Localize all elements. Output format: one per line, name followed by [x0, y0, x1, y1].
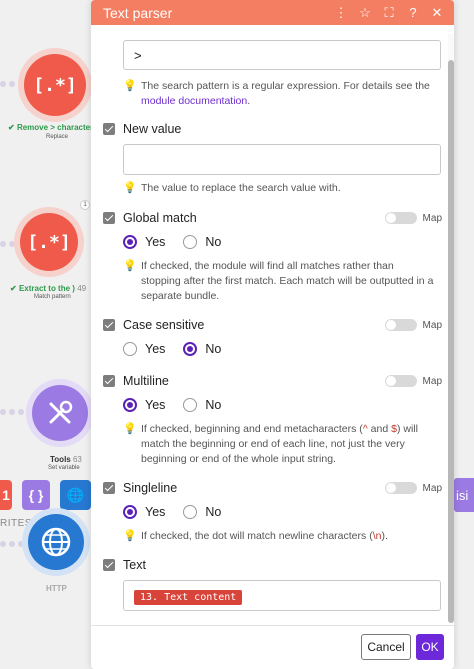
case-sensitive-radios: Yes No	[123, 342, 221, 356]
palette-tile-http[interactable]: 🌐	[60, 480, 91, 510]
help-icon[interactable]: ?	[406, 5, 420, 20]
globe-icon: 🌐	[66, 486, 85, 503]
globe-icon	[41, 527, 71, 557]
mapped-value-pill[interactable]: 13. Text content	[134, 590, 243, 605]
case-sensitive-label: Case sensitive	[123, 318, 205, 332]
module-label: Tools 63	[50, 455, 82, 464]
regex-icon: [.*]	[27, 231, 71, 253]
global-match-map-toggle[interactable]: Map	[384, 212, 442, 224]
module-counter-badge: 1	[80, 200, 90, 210]
dialog-title: Text parser	[103, 4, 173, 21]
star-icon[interactable]: ☆	[358, 5, 372, 21]
connector-dots	[0, 408, 33, 416]
header-icons: ⋮ ☆ ⛶ ? ✕	[334, 0, 444, 25]
right-edge-tile[interactable]: isi	[454, 478, 474, 512]
singleline-section: Singleline	[103, 481, 177, 495]
new-value-hint: 💡 The value to replace the search value …	[123, 182, 341, 194]
new-value-label: New value	[123, 122, 182, 136]
new-value-section: New value	[103, 122, 181, 136]
text-label: Text	[123, 558, 146, 572]
dialog-body[interactable]: > 💡 The search pattern is a regular expr…	[91, 25, 454, 625]
multiline-map-toggle[interactable]: Map	[384, 375, 442, 387]
global-match-no-radio[interactable]: No	[183, 235, 221, 249]
singleline-checkbox[interactable]	[103, 482, 115, 494]
lightbulb-icon: 💡	[123, 530, 137, 542]
palette-tile-json[interactable]: { }	[22, 480, 50, 510]
case-sensitive-map-toggle[interactable]: Map	[384, 319, 442, 331]
dialog-footer: Cancel OK	[91, 625, 454, 669]
module-http[interactable]	[28, 514, 84, 570]
text-input[interactable]: 13. Text content	[123, 580, 441, 611]
module-text-parser-replace[interactable]: [.*]	[24, 54, 86, 116]
ok-button[interactable]: OK	[416, 634, 444, 660]
multiline-checkbox[interactable]	[103, 375, 115, 387]
connector-dots	[0, 80, 24, 88]
lightbulb-icon: 💡	[123, 260, 137, 272]
case-sensitive-yes-radio[interactable]: Yes	[123, 342, 165, 356]
lightbulb-icon: 💡	[123, 182, 137, 194]
global-match-checkbox[interactable]	[103, 212, 115, 224]
module-text-parser-match[interactable]: [.*]	[20, 213, 78, 271]
text-parser-dialog: Text parser ⋮ ☆ ⛶ ? ✕ > 💡 The search pat…	[91, 0, 454, 669]
singleline-radios: Yes No	[123, 505, 221, 519]
favorites-label: RITES	[0, 518, 32, 529]
more-icon[interactable]: ⋮	[334, 5, 348, 21]
global-match-yes-radio[interactable]: Yes	[123, 235, 165, 249]
module-label: ✔ Remove > character	[8, 123, 94, 132]
multiline-hint: 💡 If checked, beginning and end metachar…	[123, 423, 418, 465]
pattern-input[interactable]: >	[123, 40, 441, 70]
module-sublabel: Set variable	[48, 465, 80, 471]
multiline-yes-radio[interactable]: Yes	[123, 398, 165, 412]
multiline-radios: Yes No	[123, 398, 221, 412]
multiline-no-radio[interactable]: No	[183, 398, 221, 412]
connector-dots	[0, 240, 15, 248]
singleline-label: Singleline	[123, 481, 178, 495]
case-sensitive-section: Case sensitive	[103, 318, 204, 332]
text-checkbox[interactable]	[103, 559, 115, 571]
connector-dots	[0, 540, 24, 548]
global-match-radios: Yes No	[123, 235, 221, 249]
module-label: ✔ Extract to the ) 49	[10, 284, 87, 293]
singleline-hint: 💡 If checked, the dot will match newline…	[123, 530, 388, 542]
cancel-button[interactable]: Cancel	[361, 634, 411, 660]
new-value-input[interactable]	[123, 144, 441, 175]
singleline-no-radio[interactable]: No	[183, 505, 221, 519]
close-icon[interactable]: ✕	[430, 5, 444, 21]
multiline-label: Multiline	[123, 374, 169, 388]
scrollbar-thumb[interactable]	[448, 60, 454, 623]
global-match-hint: 💡 If checked, the module will find all m…	[123, 260, 434, 302]
expand-icon[interactable]: ⛶	[382, 5, 396, 21]
case-sensitive-no-radio[interactable]: No	[183, 342, 221, 356]
singleline-yes-radio[interactable]: Yes	[123, 505, 165, 519]
new-value-checkbox[interactable]	[103, 123, 115, 135]
module-documentation-link[interactable]: module documentation	[141, 95, 247, 107]
module-sublabel: Replace	[46, 134, 69, 140]
global-match-label: Global match	[123, 211, 197, 225]
palette-tile[interactable]: 1	[0, 480, 12, 510]
dialog-scrollbar[interactable]	[448, 34, 454, 623]
global-match-section: Global match	[103, 211, 197, 225]
module-tools[interactable]	[32, 385, 88, 441]
regex-icon: [.*]	[33, 74, 77, 96]
module-sublabel: Match pattern	[34, 294, 71, 300]
pattern-hint: 💡 The search pattern is a regular expres…	[123, 80, 430, 107]
text-section: Text	[103, 558, 146, 572]
multiline-section: Multiline	[103, 374, 169, 388]
lightbulb-icon: 💡	[123, 423, 137, 435]
case-sensitive-checkbox[interactable]	[103, 319, 115, 331]
dialog-header: Text parser ⋮ ☆ ⛶ ? ✕	[91, 0, 454, 25]
lightbulb-icon: 💡	[123, 80, 137, 92]
module-label: HTTP	[46, 584, 67, 593]
tools-icon	[49, 400, 73, 424]
singleline-map-toggle[interactable]: Map	[384, 482, 442, 494]
